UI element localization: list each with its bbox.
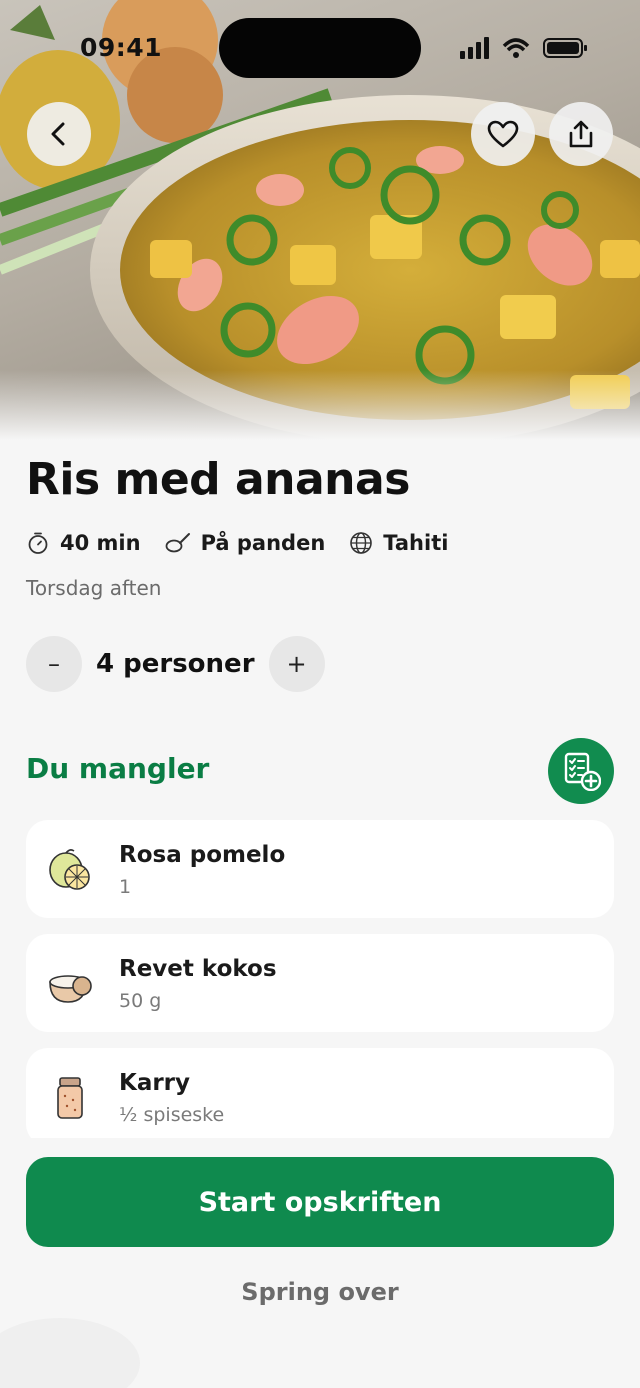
globe-icon <box>350 532 373 554</box>
share-button[interactable] <box>549 102 613 166</box>
start-recipe-button[interactable]: Start opskriften <box>26 1157 614 1247</box>
recipe-title: Ris med ananas <box>26 454 410 505</box>
recipe-subtitle: Torsdag aften <box>26 576 162 600</box>
chevron-left-icon <box>51 122 65 146</box>
ingredient-item[interactable]: Revet kokos 50 g <box>26 934 614 1032</box>
spice-jar-icon <box>57 1077 83 1119</box>
coconut-icon <box>49 975 92 1003</box>
status-time: 09:41 <box>80 33 163 62</box>
heart-icon <box>487 120 519 148</box>
meta-origin: Tahiti <box>349 531 448 555</box>
meta-origin-label: Tahiti <box>383 531 449 555</box>
ingredient-item[interactable]: Karry ½ spiseske <box>26 1048 614 1138</box>
timer-icon <box>28 532 48 554</box>
servings-label: 4 personer <box>96 649 255 679</box>
ingredient-name: Karry <box>119 1070 191 1096</box>
battery-icon <box>543 38 587 58</box>
meta-method-label: På panden <box>200 531 326 555</box>
ingredient-name: Rosa pomelo <box>119 842 286 868</box>
ingredient-qty: 50 g <box>119 990 162 1012</box>
frying-pan-icon <box>165 533 190 553</box>
ingredient-item[interactable]: Rosa pomelo 1 <box>26 820 614 918</box>
meta-method: På panden <box>165 531 326 555</box>
ingredient-name: Revet kokos <box>119 956 277 982</box>
missing-section-title: Du mangler <box>26 752 210 785</box>
ingredient-qty: ½ spiseske <box>119 1104 225 1126</box>
pomelo-icon <box>49 849 90 890</box>
back-button[interactable] <box>27 102 91 166</box>
background-shape <box>0 1318 140 1388</box>
favorite-button[interactable] <box>471 102 535 166</box>
servings-stepper: – 4 personer + <box>26 636 325 692</box>
missing-ingredients-list[interactable]: Rosa pomelo 1 Revet kokos 50 g Karry ½ s… <box>26 820 614 1138</box>
checklist-add-icon <box>564 752 601 791</box>
share-icon <box>569 120 593 148</box>
ingredient-qty: 1 <box>119 876 132 898</box>
meta-time-label: 40 min <box>60 531 141 555</box>
signal-icon <box>460 37 489 59</box>
add-to-shopping-list-button[interactable] <box>548 738 614 804</box>
increase-servings-button[interactable]: + <box>268 636 325 692</box>
decrease-servings-button[interactable]: – <box>26 636 82 692</box>
dynamic-island <box>219 18 421 78</box>
meta-time: 40 min <box>26 531 141 555</box>
wifi-icon <box>502 38 530 58</box>
status-bar: 09:41 <box>0 0 640 96</box>
status-icons <box>460 37 587 59</box>
skip-button[interactable]: Spring over <box>0 1278 640 1306</box>
recipe-meta: 40 min På panden Tahiti <box>26 527 472 559</box>
hero-fade <box>0 370 640 440</box>
